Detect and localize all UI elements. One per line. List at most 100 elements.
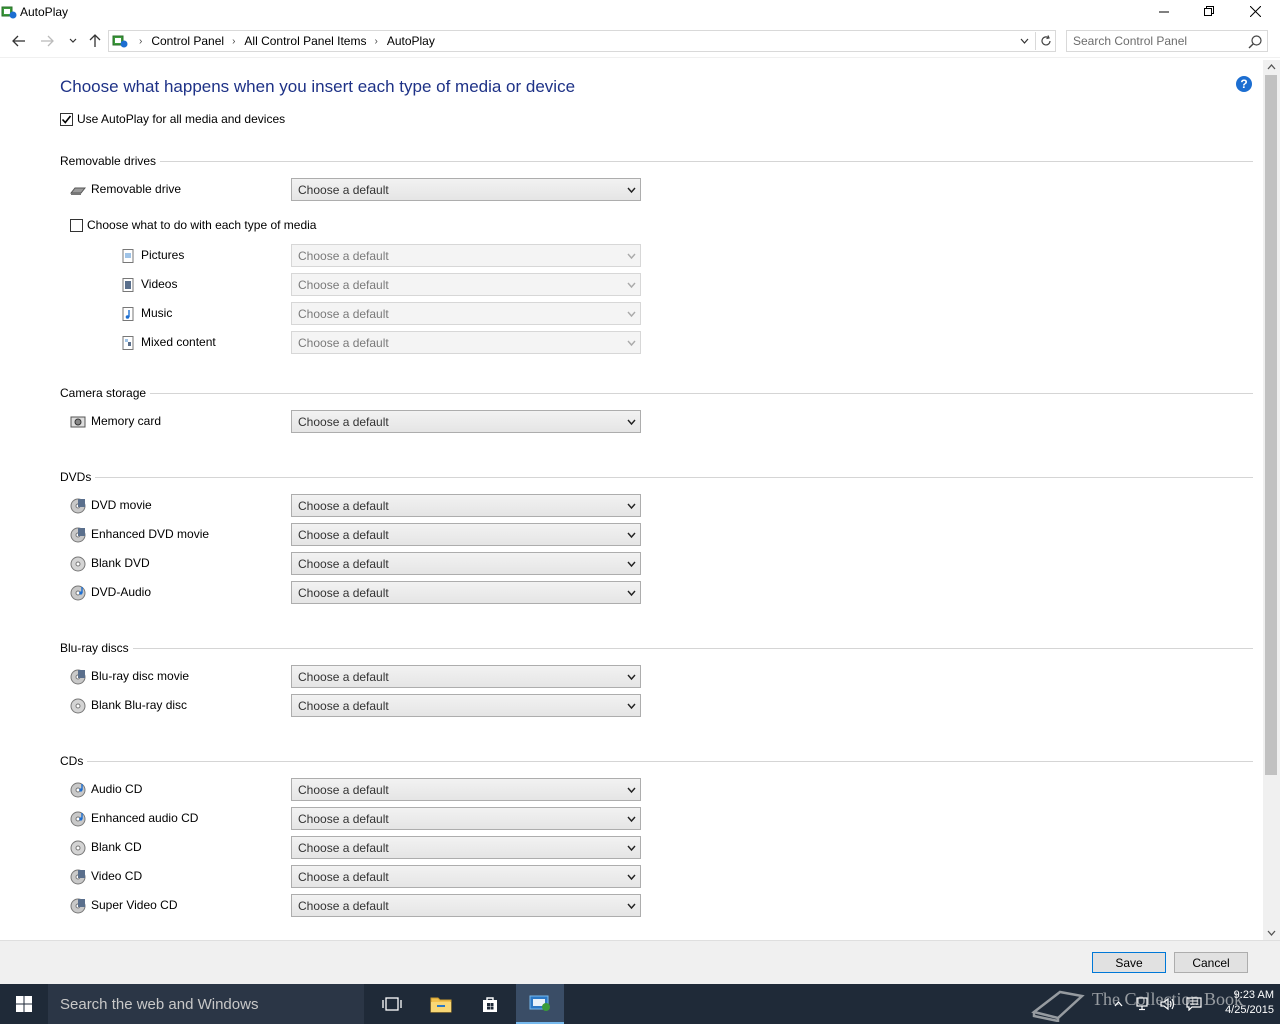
enhanced-audio-cd-select[interactable]: Choose a default — [291, 807, 641, 830]
close-icon — [1249, 5, 1261, 17]
scroll-up-button[interactable] — [1263, 60, 1280, 74]
vertical-scrollbar[interactable] — [1263, 60, 1280, 940]
navigation-bar: › Control Panel › All Control Panel Item… — [0, 24, 1280, 58]
scrollbar-thumb[interactable] — [1265, 75, 1277, 775]
chevron-down-icon — [627, 590, 636, 597]
removable-drive-select[interactable]: Choose a default — [291, 178, 641, 201]
taskbar-search[interactable]: Search the web and Windows — [48, 984, 364, 1024]
blank-disc-icon — [70, 698, 86, 714]
minimize-button[interactable] — [1141, 0, 1187, 22]
divider — [60, 477, 1253, 478]
chevron-right-icon[interactable]: › — [374, 36, 377, 47]
save-button[interactable]: Save — [1092, 952, 1166, 973]
bluray-movie-select[interactable]: Choose a default — [291, 665, 641, 688]
show-hidden-icons-button[interactable] — [1110, 984, 1126, 1024]
start-button[interactable] — [0, 984, 48, 1024]
task-view-button[interactable] — [368, 984, 416, 1024]
address-bar[interactable]: › Control Panel › All Control Panel Item… — [108, 30, 1056, 52]
mixed-content-select[interactable]: Choose a default — [291, 331, 641, 354]
search-box[interactable] — [1066, 30, 1268, 52]
close-button[interactable] — [1232, 0, 1278, 22]
breadcrumb-autoplay[interactable]: AutoPlay — [387, 34, 435, 48]
use-autoplay-label: Use AutoPlay for all media and devices — [77, 112, 286, 126]
media-type-checkbox[interactable] — [70, 218, 83, 232]
network-button[interactable] — [1134, 984, 1154, 1024]
chevron-down-icon — [627, 340, 636, 347]
chevron-right-icon[interactable]: › — [139, 36, 142, 47]
address-history-button[interactable] — [1016, 33, 1032, 49]
forward-button[interactable] — [36, 30, 58, 52]
item-label: Blank Blu-ray disc — [91, 698, 188, 712]
video-cd-icon — [70, 869, 86, 885]
videos-select[interactable]: Choose a default — [291, 273, 641, 296]
video-cd-select[interactable]: Choose a default — [291, 865, 641, 888]
blank-bluray-select[interactable]: Choose a default — [291, 694, 641, 717]
folder-icon — [430, 997, 452, 1013]
action-center-button[interactable] — [1184, 984, 1204, 1024]
chevron-right-icon[interactable]: › — [232, 36, 235, 47]
dvd-audio-select[interactable]: Choose a default — [291, 581, 641, 604]
divider — [60, 761, 1253, 762]
window-title: AutoPlay — [20, 5, 69, 19]
refresh-button[interactable] — [1035, 32, 1055, 50]
super-video-cd-select[interactable]: Choose a default — [291, 894, 641, 917]
up-button[interactable] — [84, 30, 106, 52]
scroll-down-button[interactable] — [1263, 926, 1280, 940]
item-label: Removable drive — [91, 182, 182, 196]
music-select[interactable]: Choose a default — [291, 302, 641, 325]
store-icon — [483, 997, 497, 1012]
store-button[interactable] — [466, 984, 514, 1024]
pictures-select[interactable]: Choose a default — [291, 244, 641, 267]
divider — [60, 161, 1253, 162]
select-value: Choose a default — [298, 557, 389, 571]
chevron-down-icon — [627, 311, 636, 318]
checkmark-icon — [61, 115, 72, 124]
memory-card-select[interactable]: Choose a default — [291, 410, 641, 433]
item-label: Super Video CD — [91, 898, 178, 912]
system-clock[interactable]: 9:23 AM 4/25/2015 — [1208, 988, 1274, 1018]
music-icon — [122, 307, 134, 321]
file-explorer-button[interactable] — [417, 984, 465, 1024]
help-icon[interactable]: ? — [1236, 76, 1252, 92]
enhanced-dvd-select[interactable]: Choose a default — [291, 523, 641, 546]
select-value: Choose a default — [298, 670, 389, 684]
back-button[interactable] — [8, 30, 30, 52]
breadcrumb-control-panel[interactable]: Control Panel — [151, 34, 224, 48]
select-value: Choose a default — [298, 899, 389, 913]
item-label: Pictures — [141, 248, 185, 262]
control-panel-icon — [529, 995, 550, 1011]
item-label: Blank CD — [91, 840, 142, 854]
breadcrumb-all-items[interactable]: All Control Panel Items — [244, 34, 366, 48]
item-label: Mixed content — [141, 335, 216, 349]
blank-dvd-select[interactable]: Choose a default — [291, 552, 641, 575]
control-panel-icon — [112, 35, 128, 48]
select-value: Choose a default — [298, 278, 389, 292]
volume-button[interactable] — [1158, 984, 1178, 1024]
cancel-button[interactable]: Cancel — [1174, 952, 1248, 973]
divider — [60, 393, 1253, 394]
search-icon[interactable] — [1247, 34, 1263, 50]
restore-button[interactable] — [1186, 0, 1232, 22]
item-label: Videos — [141, 277, 178, 291]
audio-cd-select[interactable]: Choose a default — [291, 778, 641, 801]
control-panel-taskbar-button[interactable] — [516, 984, 564, 1024]
chevron-down-icon — [627, 816, 636, 823]
chevron-down-icon — [1020, 38, 1028, 44]
chevron-down-icon — [627, 674, 636, 681]
use-autoplay-option[interactable]: Use AutoPlay for all media and devices — [60, 112, 285, 126]
item-label: Memory card — [91, 414, 162, 428]
media-type-option[interactable]: Choose what to do with each type of medi… — [70, 218, 316, 232]
recent-locations-button[interactable] — [62, 30, 84, 52]
taskbar-search-text: Search the web and Windows — [60, 996, 259, 1013]
blank-cd-select[interactable]: Choose a default — [291, 836, 641, 859]
chevron-up-icon — [1267, 64, 1276, 70]
search-input[interactable] — [1073, 34, 1243, 48]
dvd-movie-select[interactable]: Choose a default — [291, 494, 641, 517]
windows-logo-icon — [16, 996, 32, 1012]
notifications-icon — [1186, 997, 1202, 1011]
section-cds: CDs — [60, 754, 1253, 768]
section-dvds: DVDs — [60, 470, 1253, 484]
use-autoplay-checkbox[interactable] — [60, 112, 73, 126]
restore-icon — [1203, 5, 1214, 16]
videos-icon — [122, 278, 134, 292]
